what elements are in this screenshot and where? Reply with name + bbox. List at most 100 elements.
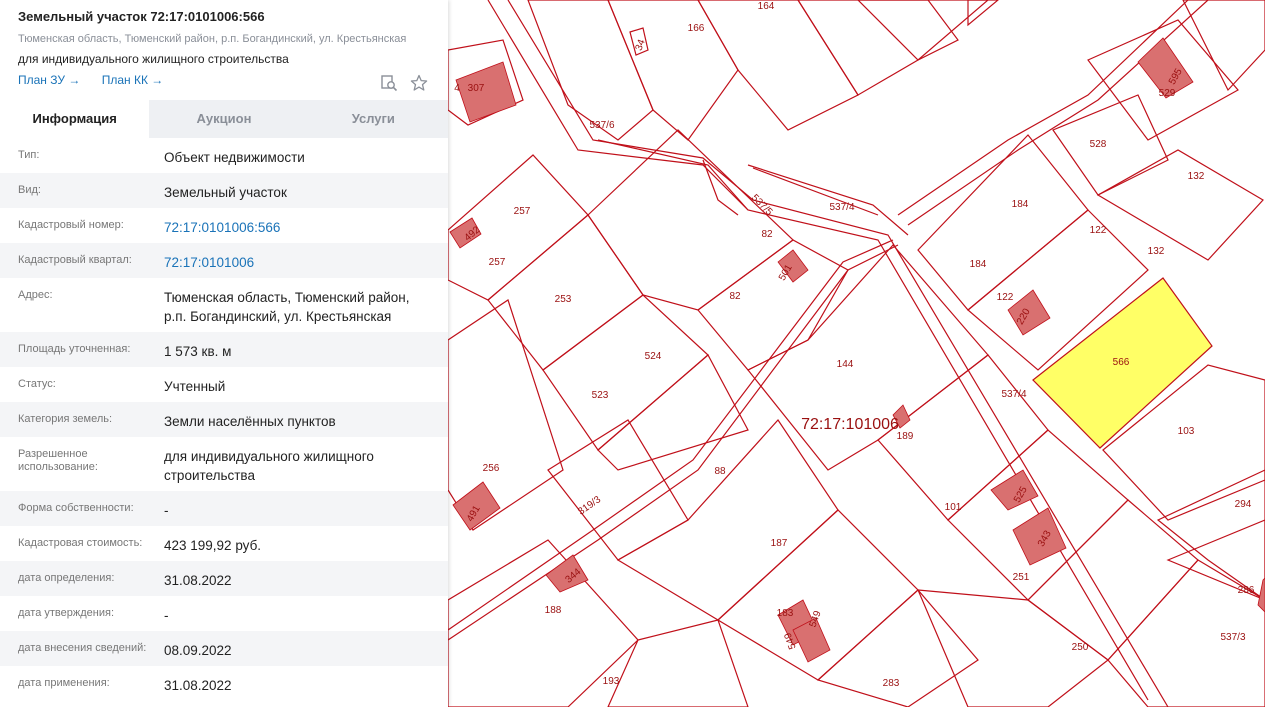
label-523: 523 (592, 390, 609, 401)
row-label: дата определения: (18, 572, 115, 584)
row-label: Кадастровый квартал: (18, 254, 132, 266)
label-101: 101 (945, 502, 962, 513)
label-253: 253 (555, 294, 572, 305)
cadastral-number-link[interactable]: 72:17:0101006:566 (164, 208, 280, 243)
info-row: Статус: Учтенный (0, 367, 448, 402)
row-value: 1 573 кв. м (164, 344, 232, 359)
row-label: Адрес: (18, 289, 53, 301)
label-82-top: 82 (761, 229, 773, 240)
label-187: 187 (771, 538, 788, 549)
info-row: Кадастровая стоимость: 423 199,92 руб. (0, 526, 448, 561)
label-132-mid: 132 (1148, 246, 1165, 257)
label-82-mid: 82 (729, 291, 741, 302)
row-value: - (164, 503, 169, 518)
row-value: 08.09.2022 (164, 643, 232, 658)
info-row: Разрешенное использование: для индивидуа… (0, 437, 448, 491)
label-184-mid: 184 (970, 259, 987, 270)
label-144: 144 (837, 359, 854, 370)
info-panel: Земельный участок 72:17:0101006:566 Тюме… (0, 0, 448, 707)
label-250: 250 (1072, 642, 1089, 653)
label-529: 529 (1159, 88, 1176, 99)
row-label: Площадь уточненная: (18, 343, 131, 355)
info-row: Адрес: Тюменская область, Тюменский райо… (0, 278, 448, 332)
plan-links: План ЗУ → План КК → (18, 73, 430, 87)
row-value: 31.08.2022 (164, 573, 232, 588)
label-251: 251 (1013, 572, 1030, 583)
parcel-title: Земельный участок 72:17:0101006:566 (18, 9, 265, 24)
label-528: 528 (1090, 139, 1107, 150)
label-103: 103 (1178, 426, 1195, 437)
tab-information[interactable]: Информация (0, 100, 150, 138)
row-label: дата применения: (18, 677, 110, 689)
parcel-address: Тюменская область, Тюменский район, р.п.… (18, 33, 407, 45)
info-row: Категория земель: Земли населённых пункт… (0, 402, 448, 437)
row-value: 31.08.2022 (164, 678, 232, 693)
info-row: Кадастровый номер: 72:17:0101006:566 (0, 208, 448, 243)
info-row: дата определения: 31.08.2022 (0, 561, 448, 596)
row-label: Категория земель: (18, 413, 113, 425)
plan-kk-link[interactable]: План КК → (102, 73, 164, 87)
label-286: 286 (1238, 585, 1255, 596)
label-189: 189 (897, 431, 914, 442)
row-value: Объект недвижимости (164, 150, 305, 165)
info-row: дата утверждения: - (0, 596, 448, 631)
label-88: 88 (714, 466, 726, 477)
info-row: Форма собственности: - (0, 491, 448, 526)
panel-header: Земельный участок 72:17:0101006:566 Тюме… (0, 0, 448, 100)
row-value: Земли населённых пунктов (164, 414, 336, 429)
label-132-top: 132 (1188, 171, 1205, 182)
label-294: 294 (1235, 499, 1252, 510)
cadastral-map[interactable]: 164 166 34 307 4 529 595 537/6 528 132 5… (448, 0, 1265, 707)
row-label: Разрешенное использование: (18, 448, 98, 473)
info-row: Вид: Земельный участок (0, 173, 448, 208)
quarter-label: 72:17:101006 (801, 416, 899, 433)
star-icon[interactable] (410, 74, 428, 92)
label-257-mid: 257 (489, 257, 506, 268)
cadastral-quarter-link[interactable]: 72:17:0101006 (164, 243, 254, 278)
label-188: 188 (545, 605, 562, 616)
row-value: Учтенный (164, 379, 226, 394)
label-193: 193 (603, 676, 620, 687)
tab-bar: Информация Аукцион Услуги (0, 100, 448, 138)
info-rows: Тип: Объект недвижимости Вид: Земельный … (0, 138, 448, 701)
row-label: Статус: (18, 378, 56, 390)
row-value: для индивидуального жилищного строительс… (164, 449, 374, 483)
row-label: Тип: (18, 149, 40, 161)
row-label: дата внесения сведений: (18, 642, 147, 654)
plan-zu-link[interactable]: План ЗУ → (18, 73, 80, 87)
parcel-use: для индивидуального жилищного строительс… (18, 52, 289, 66)
tab-services[interactable]: Услуги (299, 100, 448, 138)
label-122-top: 122 (1090, 225, 1107, 236)
info-row: Кадастровый квартал: 72:17:0101006 (0, 243, 448, 278)
label-4: 4 (454, 83, 460, 94)
label-537-6: 537/6 (589, 120, 614, 131)
row-label: Кадастровый номер: (18, 219, 124, 231)
label-537-3: 537/3 (1220, 632, 1245, 643)
row-value: 423 199,92 руб. (164, 538, 262, 553)
tab-auction[interactable]: Аукцион (149, 100, 298, 138)
label-566: 566 (1113, 357, 1130, 368)
row-value: Земельный участок (164, 185, 287, 200)
info-row: Площадь уточненная: 1 573 кв. м (0, 332, 448, 367)
label-184-top: 184 (1012, 199, 1029, 210)
row-value: Тюменская область, Тюменский район, р.п.… (164, 290, 410, 324)
info-row: Тип: Объект недвижимости (0, 138, 448, 173)
label-164: 164 (758, 1, 775, 12)
label-256: 256 (483, 463, 500, 474)
label-537-4-top: 537/4 (829, 202, 854, 213)
label-183: 183 (777, 608, 794, 619)
label-166: 166 (688, 23, 705, 34)
label-283: 283 (883, 678, 900, 689)
row-value: - (164, 608, 169, 623)
label-257-top: 257 (514, 206, 531, 217)
row-label: Форма собственности: (18, 502, 134, 514)
label-122-mid: 122 (997, 292, 1014, 303)
info-row: дата внесения сведений: 08.09.2022 (0, 631, 448, 666)
label-307: 307 (468, 83, 485, 94)
search-icon[interactable] (380, 74, 398, 92)
row-label: дата утверждения: (18, 607, 115, 619)
label-524: 524 (645, 351, 662, 362)
row-label: Вид: (18, 184, 41, 196)
label-537-4-mid: 537/4 (1001, 389, 1026, 400)
info-row: дата применения: 31.08.2022 (0, 666, 448, 701)
